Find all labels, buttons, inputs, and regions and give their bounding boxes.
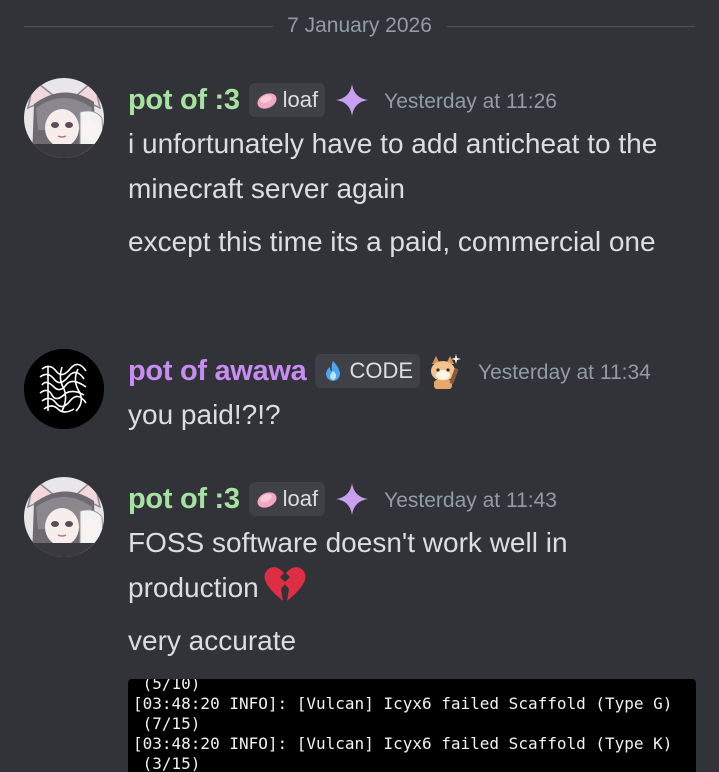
code-block[interactable]: (5/10) [03:48:20 INFO]: [Vulcan] Icyx6 f… — [128, 679, 696, 772]
message-header: pot of awawa CODE Yesterday at 11:34 — [128, 351, 651, 391]
tag-label: loaf — [282, 486, 319, 511]
server-tag[interactable]: loaf — [248, 482, 326, 516]
message-content: you paid!?!? — [128, 392, 699, 437]
timestamp[interactable]: Yesterday at 11:43 — [384, 485, 557, 513]
message-text-span: FOSS software doesn't work well in produ… — [128, 527, 568, 603]
message-text: FOSS software doesn't work well in produ… — [128, 520, 699, 610]
sparkle-icon — [334, 82, 370, 118]
message-text: i unfortunately have to add anticheat to… — [128, 128, 658, 204]
avatar[interactable] — [24, 349, 104, 429]
tag-label: CODE — [349, 358, 414, 383]
divider-date: 7 January 2026 — [287, 14, 432, 37]
cat-decoration-icon — [426, 352, 464, 390]
divider-line — [24, 25, 274, 27]
username[interactable]: pot of :3 — [128, 483, 240, 516]
message-text: very accurate — [128, 625, 297, 656]
code-line: [03:48:20 INFO]: [Vulcan] Icyx6 failed S… — [133, 734, 673, 753]
message-text: except this time its a paid, commercial … — [128, 226, 656, 257]
broken-heart-icon — [263, 565, 307, 605]
tag-label: loaf — [282, 87, 319, 112]
timestamp[interactable]: Yesterday at 11:34 — [478, 357, 651, 385]
message-header: pot of :3 loaf Yesterday at 11:26 — [128, 80, 557, 120]
loaf-icon — [255, 487, 279, 511]
username[interactable]: pot of awawa — [128, 355, 307, 388]
avatar[interactable] — [24, 477, 104, 557]
loaf-icon — [255, 88, 279, 112]
code-line: [03:48:20 INFO]: [Vulcan] Icyx6 failed S… — [133, 694, 673, 713]
message-text: you paid!?!? — [128, 399, 281, 430]
server-tag[interactable]: CODE — [315, 354, 421, 388]
code-block-content: (5/10) [03:48:20 INFO]: [Vulcan] Icyx6 f… — [128, 679, 696, 772]
flame-icon — [321, 359, 345, 383]
sparkle-icon — [334, 481, 370, 517]
date-divider: 7 January 2026 — [24, 12, 695, 40]
code-line: (3/15) — [133, 754, 201, 772]
message-content: FOSS software doesn't work well in produ… — [128, 520, 699, 663]
divider-line — [445, 25, 695, 27]
message-content: i unfortunately have to add anticheat to… — [128, 121, 699, 264]
chat-view: 7 January 2026 pot of:3 loaf Yesterday … — [0, 0, 719, 772]
server-tag[interactable]: loaf — [248, 83, 326, 117]
code-line: (7/15) — [133, 714, 201, 733]
avatar[interactable] — [24, 78, 104, 158]
username[interactable]: pot of :3 — [128, 84, 240, 117]
code-line: (5/10) — [133, 679, 201, 693]
timestamp[interactable]: Yesterday at 11:26 — [384, 86, 557, 114]
message-header: pot of :3 loaf Yesterday at 11:43 — [128, 479, 557, 519]
